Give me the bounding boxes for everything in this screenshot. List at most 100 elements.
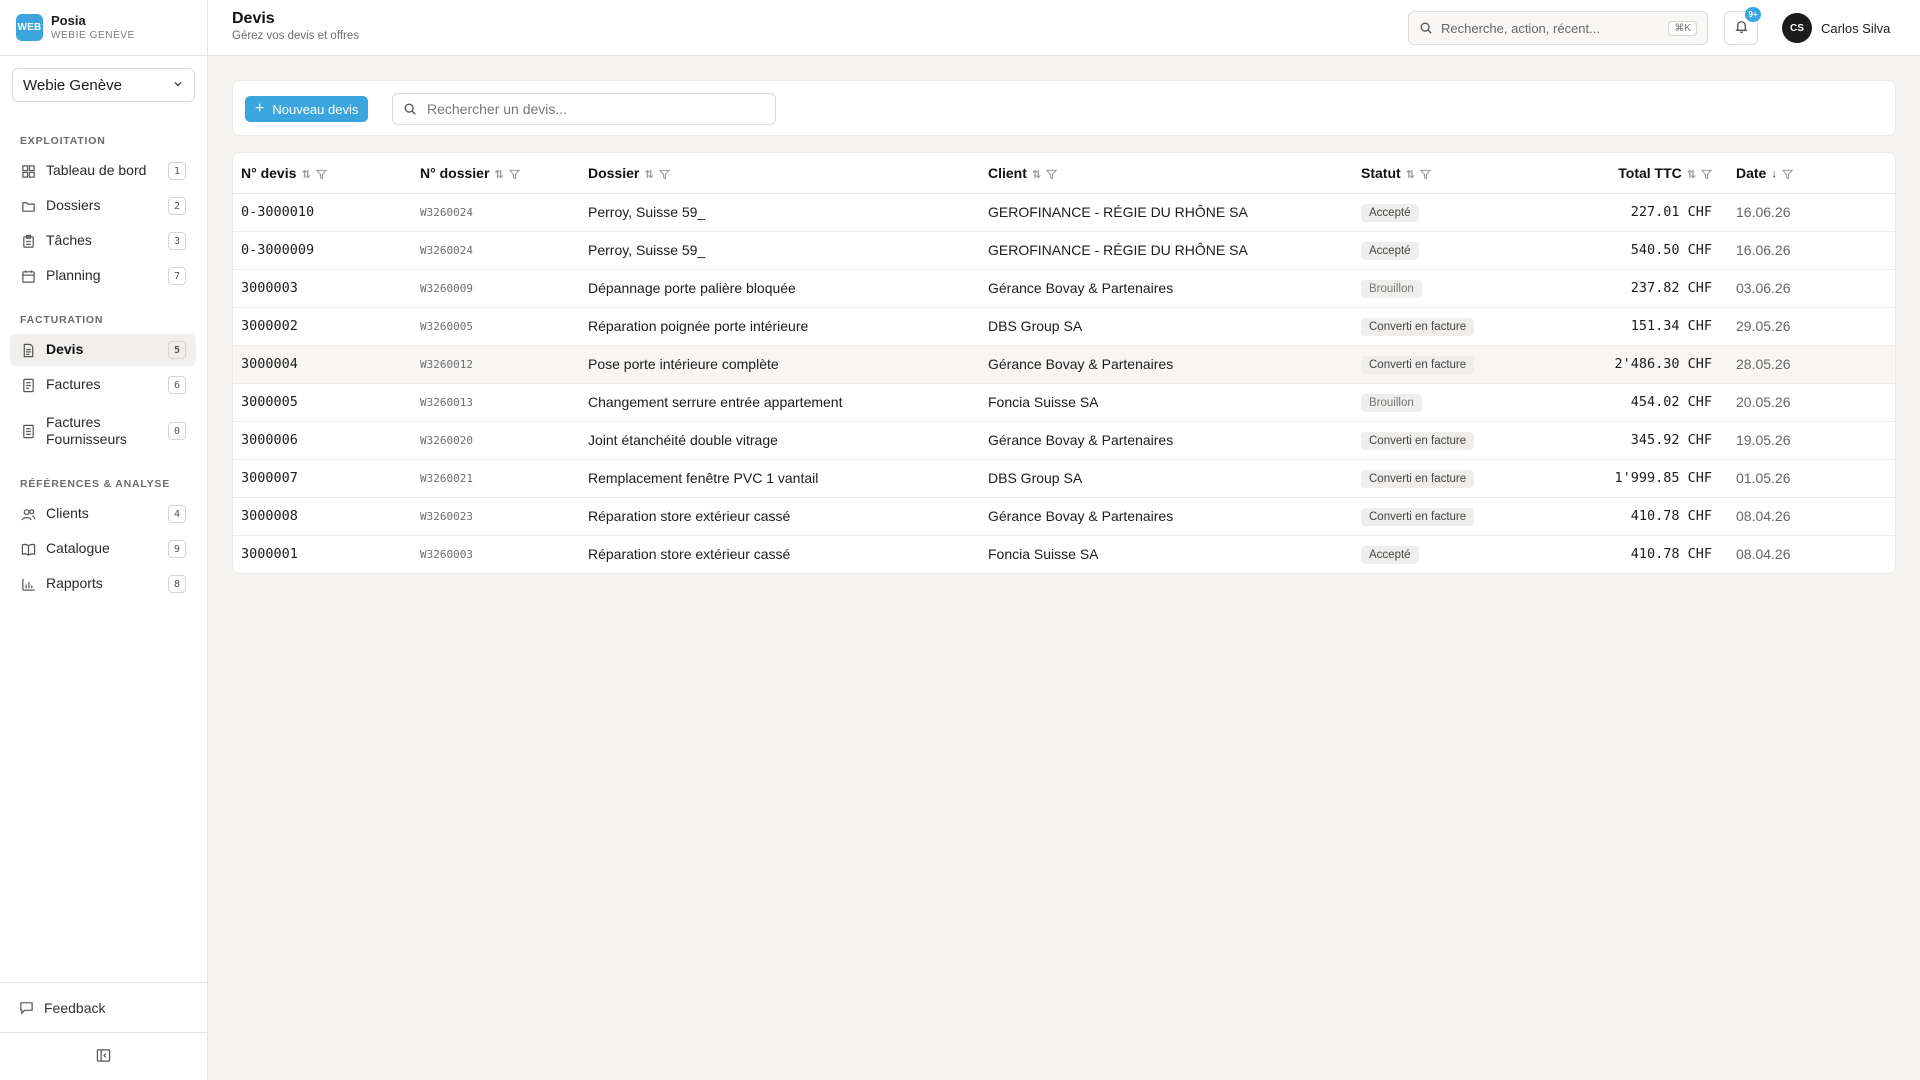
sort-icon[interactable]: ⇅ — [494, 168, 503, 181]
status-badge: Brouillon — [1361, 279, 1422, 298]
table-row[interactable]: 3000007 W3260021 Remplacement fenêtre PV… — [233, 459, 1895, 498]
sidebar-item-factures-fournisseurs[interactable]: Factures Fournisseurs 0 — [10, 409, 196, 453]
cell-devis-number: 3000001 — [241, 546, 298, 563]
notification-count-badge: 9+ — [1745, 7, 1761, 22]
cell-client: Foncia Suisse SA — [988, 546, 1099, 563]
collapse-sidebar-button[interactable] — [0, 1032, 207, 1080]
filter-icon[interactable] — [1781, 168, 1794, 180]
table-row[interactable]: 0-3000010 W3260024 Perroy, Suisse 59_ GE… — [233, 193, 1895, 232]
sidebar-item-rapports[interactable]: Rapports 8 — [10, 568, 196, 600]
notifications-button[interactable]: 9+ — [1724, 7, 1761, 45]
section-label-references: RÉFÉRENCES & ANALYSE — [20, 478, 170, 490]
section-label-facturation: FACTURATION — [20, 314, 104, 326]
sidebar-item-factures[interactable]: Factures 6 — [10, 369, 196, 401]
cell-statut: Converti en facture — [1353, 345, 1593, 384]
column-header-label: Date — [1736, 164, 1767, 181]
column-header-date[interactable]: Date ↓ — [1728, 153, 1895, 194]
sidebar-collapse-icon — [96, 1048, 111, 1066]
sidebar-item-dashboard[interactable]: Tableau de bord 1 — [10, 155, 196, 187]
cell-client: GEROFINANCE - RÉGIE DU RHÔNE SA — [980, 231, 1353, 270]
cell-statut: Brouillon — [1353, 269, 1593, 308]
table-row[interactable]: 3000001 W3260003 Réparation store extéri… — [233, 535, 1895, 573]
filter-icon[interactable] — [1419, 168, 1432, 180]
sidebar-item-clients[interactable]: Clients 4 — [10, 498, 196, 530]
column-header-client[interactable]: Client ⇅ — [980, 153, 1353, 194]
sort-icon[interactable]: ⇅ — [1032, 168, 1041, 181]
shortcut-badge: 1 — [168, 162, 186, 180]
cell-client: DBS Group SA — [980, 307, 1353, 346]
shortcut-badge: 9 — [168, 540, 186, 558]
filter-icon[interactable] — [658, 168, 670, 180]
table-row[interactable]: 3000006 W3260020 Joint étanchéité double… — [233, 421, 1895, 460]
sidebar-item-planning[interactable]: Planning 7 — [10, 260, 196, 292]
column-header-dossier[interactable]: Dossier ⇅ — [580, 153, 980, 194]
global-search-input[interactable]: Recherche, action, récent... ⌘K — [1408, 11, 1708, 45]
sort-icon[interactable]: ⇅ — [1406, 168, 1415, 181]
cell-total: 410.78 CHF — [1593, 497, 1728, 536]
status-badge: Accepté — [1361, 241, 1419, 260]
filter-icon[interactable] — [508, 168, 520, 180]
cell-date: 08.04.26 — [1736, 546, 1791, 563]
sort-icon[interactable]: ⇅ — [301, 168, 310, 181]
devis-search-field[interactable] — [392, 93, 776, 125]
sidebar-item-label: Catalogue — [46, 540, 110, 557]
organization-select[interactable]: Webie Genève — [12, 68, 195, 102]
dashboard-icon — [20, 163, 36, 179]
table-row[interactable]: 0-3000009 W3260024 Perroy, Suisse 59_ GE… — [233, 231, 1895, 270]
shortcut-badge: 2 — [168, 197, 186, 215]
column-header-total[interactable]: Total TTC ⇅ — [1593, 153, 1728, 194]
cell-total: 1'999.85 CHF — [1593, 459, 1728, 498]
table-row[interactable]: 3000005 W3260013 Changement serrure entr… — [233, 383, 1895, 422]
sidebar-item-label: Dossiers — [46, 197, 101, 214]
sort-icon[interactable]: ⇅ — [644, 168, 653, 181]
sort-descending-icon[interactable]: ↓ — [1771, 168, 1777, 180]
search-icon — [1419, 21, 1433, 35]
status-badge: Accepté — [1361, 545, 1419, 564]
column-header-statut[interactable]: Statut ⇅ — [1353, 153, 1593, 194]
cell-date: 20.05.26 — [1728, 383, 1895, 422]
cell-total: 237.82 CHF — [1593, 269, 1728, 308]
sort-icon[interactable]: ⇅ — [1687, 168, 1696, 181]
cell-devis-number: 3000006 — [233, 421, 412, 460]
table-row[interactable]: 3000004 W3260012 Pose porte intérieure c… — [233, 345, 1895, 384]
filter-icon[interactable] — [315, 168, 327, 180]
table-row[interactable]: 3000003 W3260009 Dépannage porte palière… — [233, 269, 1895, 308]
sidebar-item-label: Clients — [46, 505, 89, 522]
shortcut-badge: 8 — [168, 575, 186, 593]
sidebar-item-label: Tableau de bord — [46, 162, 147, 179]
filter-icon[interactable] — [1700, 168, 1713, 180]
organization-select-value: Webie Genève — [23, 76, 122, 94]
brand[interactable]: WEB Posia WEBIE GENÈVE — [0, 0, 207, 56]
plus-icon: + — [255, 100, 265, 117]
table-row[interactable]: 3000002 W3260005 Réparation poignée port… — [233, 307, 1895, 346]
feedback-button[interactable]: Feedback — [0, 982, 207, 1032]
receipt-icon — [20, 377, 36, 393]
sidebar-item-catalogue[interactable]: Catalogue 9 — [10, 533, 196, 565]
cell-devis-number: 0-3000010 — [233, 193, 412, 232]
cell-date: 16.06.26 — [1728, 231, 1895, 270]
new-devis-button[interactable]: + Nouveau devis — [245, 96, 369, 122]
sidebar-item-dossiers[interactable]: Dossiers 2 — [10, 190, 196, 222]
status-badge: Converti en facture — [1361, 355, 1475, 374]
column-header-devis[interactable]: N° devis ⇅ — [233, 153, 412, 194]
column-header-dossier-no[interactable]: N° dossier ⇅ — [412, 153, 580, 194]
cell-dossier-number: W3260013 — [412, 383, 580, 422]
cell-dossier-number: W3260021 — [412, 459, 580, 498]
sidebar-item-taches[interactable]: Tâches 3 — [10, 225, 196, 257]
cell-client: GEROFINANCE - RÉGIE DU RHÔNE SA — [980, 193, 1353, 232]
sidebar-item-devis[interactable]: Devis 5 — [10, 334, 196, 366]
shortcut-badge: 0 — [168, 422, 186, 440]
shortcut-badge: 3 — [168, 232, 186, 250]
supplier-invoice-icon — [20, 423, 36, 439]
filter-icon[interactable] — [1045, 168, 1058, 180]
page-title: Devis — [232, 10, 275, 27]
cell-dossier: Joint étanchéité double vitrage — [580, 421, 980, 460]
cell-dossier: Pose porte intérieure complète — [580, 345, 980, 384]
devis-search-input[interactable] — [427, 101, 765, 117]
status-badge: Converti en facture — [1361, 431, 1475, 450]
cell-dossier: Réparation poignée porte intérieure — [580, 307, 980, 346]
cell-devis-number: 3000007 — [233, 459, 412, 498]
table-row[interactable]: 3000008 W3260023 Réparation store extéri… — [233, 497, 1895, 536]
user-menu[interactable]: CS Carlos Silva — [1782, 13, 1890, 43]
chevron-down-icon — [172, 78, 184, 93]
